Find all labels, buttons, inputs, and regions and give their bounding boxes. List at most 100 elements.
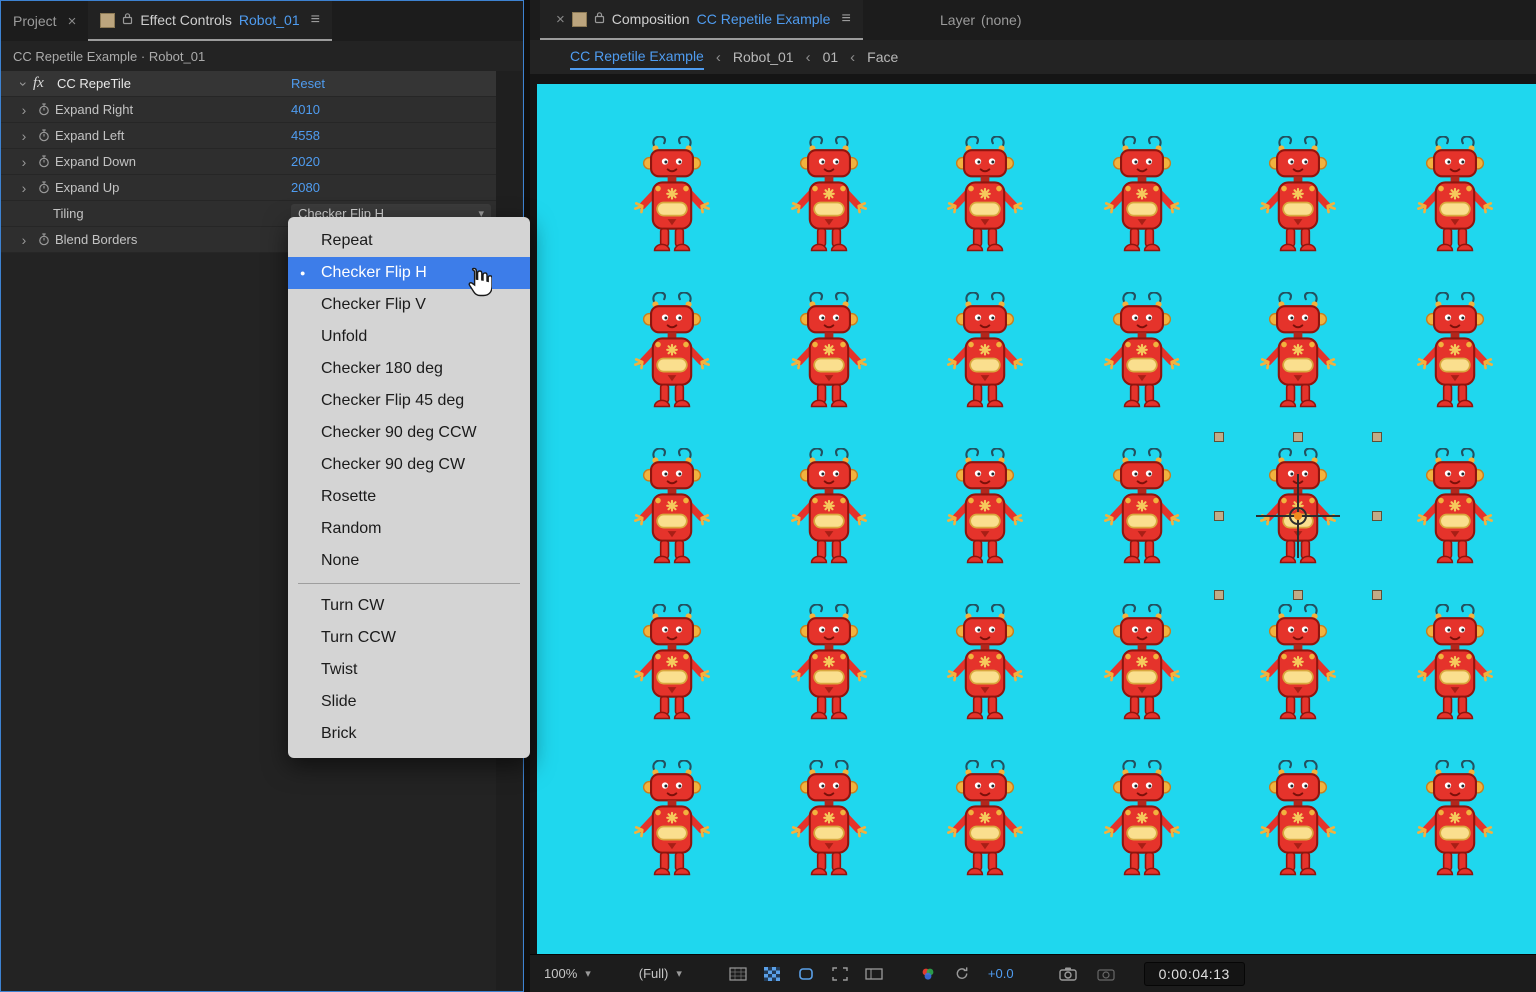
stopwatch-icon[interactable] xyxy=(33,155,55,168)
menu-item-unfold[interactable]: Unfold xyxy=(288,321,530,353)
tab-effect-controls-label: Effect Controls xyxy=(140,12,232,28)
grid-guides-icon[interactable] xyxy=(726,967,750,981)
pixel-aspect-icon[interactable] xyxy=(862,967,886,981)
menu-item-random[interactable]: Random xyxy=(288,513,530,545)
breadcrumb-cc-repetile-example[interactable]: CC Repetile Example xyxy=(570,46,704,68)
selection-handle[interactable] xyxy=(1293,432,1303,442)
channel-color-icon[interactable] xyxy=(916,967,940,981)
tab-composition[interactable]: × Composition CC Repetile Example ≡ xyxy=(540,0,863,40)
robot-tile xyxy=(1094,292,1190,432)
menu-item-twist[interactable]: Twist xyxy=(288,654,530,686)
effect-header-row[interactable]: › fx CC RepeTile Reset xyxy=(1,71,496,97)
chevron-left-icon[interactable]: ‹ xyxy=(716,49,721,66)
resolution-dropdown[interactable]: (Full) ▾ xyxy=(639,966,682,981)
property-value[interactable]: 4558 xyxy=(291,128,320,143)
lock-icon xyxy=(122,12,133,28)
close-icon[interactable]: × xyxy=(68,13,77,30)
menu-item-rosette[interactable]: Rosette xyxy=(288,481,530,513)
reset-exposure-icon[interactable] xyxy=(950,966,974,981)
robot-tile xyxy=(937,136,1033,276)
tiling-dropdown-menu: Repeat●Checker Flip HChecker Flip VUnfol… xyxy=(288,217,530,758)
timecode-display[interactable]: 0:00:04:13 xyxy=(1144,962,1245,986)
property-label: Expand Down xyxy=(55,154,136,169)
property-row-expand-down: › Expand Down 2020 xyxy=(1,149,496,175)
selection-handle[interactable] xyxy=(1214,432,1224,442)
disclosure-chevron-icon[interactable]: › xyxy=(15,154,33,170)
disclosure-chevron-icon[interactable]: › xyxy=(15,180,33,196)
property-value[interactable]: 4010 xyxy=(291,102,320,117)
robot-tile xyxy=(1407,604,1503,744)
exposure-value[interactable]: +0.0 xyxy=(988,966,1014,981)
robot-tile xyxy=(624,604,720,744)
viewport-surround xyxy=(530,74,1536,955)
composition-tabbar: × Composition CC Repetile Example ≡ Laye… xyxy=(530,0,1536,40)
stopwatch-icon[interactable] xyxy=(33,181,55,194)
menu-item-slide[interactable]: Slide xyxy=(288,686,530,718)
selection-handle[interactable] xyxy=(1214,511,1224,521)
breadcrumb-robot-01[interactable]: Robot_01 xyxy=(733,49,794,65)
anchor-point-dot[interactable] xyxy=(1294,512,1302,520)
tab-layer[interactable]: Layer (none) xyxy=(940,0,1022,40)
robot-tile xyxy=(937,760,1033,900)
panel-menu-icon[interactable]: ≡ xyxy=(311,11,320,29)
property-value[interactable]: 2080 xyxy=(291,180,320,195)
selection-handle[interactable] xyxy=(1372,432,1382,442)
reset-button[interactable]: Reset xyxy=(291,76,325,91)
comp-canvas[interactable] xyxy=(537,84,1536,955)
tab-layer-target: (none) xyxy=(981,12,1021,28)
menu-item-checker-flip-45-deg[interactable]: Checker Flip 45 deg xyxy=(288,385,530,417)
tab-effect-controls[interactable]: Effect Controls Robot_01 ≡ xyxy=(88,1,332,41)
mask-visibility-icon[interactable] xyxy=(794,967,818,981)
selection-handle[interactable] xyxy=(1214,590,1224,600)
breadcrumb-01[interactable]: 01 xyxy=(823,49,839,65)
effect-controls-subtitle: CC Repetile Example · Robot_01 xyxy=(1,41,523,71)
close-icon[interactable]: × xyxy=(556,11,565,28)
panel-menu-icon[interactable]: ≡ xyxy=(841,10,850,28)
breadcrumb-face[interactable]: Face xyxy=(867,49,898,65)
disclosure-chevron-icon[interactable]: › xyxy=(15,232,33,248)
menu-item-brick[interactable]: Brick xyxy=(288,718,530,750)
region-of-interest-icon[interactable] xyxy=(828,967,852,981)
tab-layer-label: Layer xyxy=(940,12,975,28)
disclosure-chevron-icon[interactable]: › xyxy=(15,128,33,144)
menu-item-turn-ccw[interactable]: Turn CCW xyxy=(288,622,530,654)
panel-swatch-icon xyxy=(572,12,587,27)
tab-project[interactable]: Project × xyxy=(1,1,88,41)
disclosure-chevron-icon[interactable]: › xyxy=(15,102,33,118)
chevron-down-icon: ▾ xyxy=(585,967,591,980)
tab-composition-target: CC Repetile Example xyxy=(697,11,831,27)
chevron-left-icon[interactable]: ‹ xyxy=(806,49,811,66)
menu-item-turn-cw[interactable]: Turn CW xyxy=(288,590,530,622)
property-value[interactable]: 2020 xyxy=(291,154,320,169)
menu-item-checker-flip-v[interactable]: Checker Flip V xyxy=(288,289,530,321)
menu-item-none[interactable]: None xyxy=(288,545,530,577)
disclosure-chevron-icon[interactable]: › xyxy=(16,75,32,93)
menu-item-repeat[interactable]: Repeat xyxy=(288,225,530,257)
magnification-dropdown[interactable]: 100% ▾ xyxy=(544,966,591,981)
after-effects-window: Project × Effect Controls Robot_01 ≡ CC … xyxy=(0,0,1536,992)
selection-handle[interactable] xyxy=(1372,590,1382,600)
property-label: Expand Right xyxy=(55,102,133,117)
stopwatch-icon[interactable] xyxy=(33,103,55,116)
menu-item-checker-90-deg-cw[interactable]: Checker 90 deg CW xyxy=(288,449,530,481)
robot-tile xyxy=(781,448,877,588)
selection-handle[interactable] xyxy=(1293,590,1303,600)
transparency-grid-icon[interactable] xyxy=(760,967,784,981)
composition-panel: × Composition CC Repetile Example ≡ Laye… xyxy=(530,0,1536,992)
robot-tile xyxy=(1407,136,1503,276)
menu-item-checker-90-deg-ccw[interactable]: Checker 90 deg CCW xyxy=(288,417,530,449)
robot-tile xyxy=(1094,136,1190,276)
snapshot-camera-icon[interactable] xyxy=(1056,966,1080,981)
property-label: Tiling xyxy=(53,206,84,221)
property-row-expand-left: ›Expand Left4558 xyxy=(1,123,496,149)
selection-handle[interactable] xyxy=(1372,511,1382,521)
menu-item-checker-flip-h[interactable]: ●Checker Flip H xyxy=(288,257,530,289)
show-snapshot-icon[interactable] xyxy=(1094,966,1118,981)
stopwatch-icon[interactable] xyxy=(33,233,55,246)
lock-icon xyxy=(594,11,605,27)
tab-project-label: Project xyxy=(13,13,57,29)
menu-item-checker-180-deg[interactable]: Checker 180 deg xyxy=(288,353,530,385)
stopwatch-icon[interactable] xyxy=(33,129,55,142)
robot-tile xyxy=(1407,292,1503,432)
chevron-left-icon[interactable]: ‹ xyxy=(850,49,855,66)
